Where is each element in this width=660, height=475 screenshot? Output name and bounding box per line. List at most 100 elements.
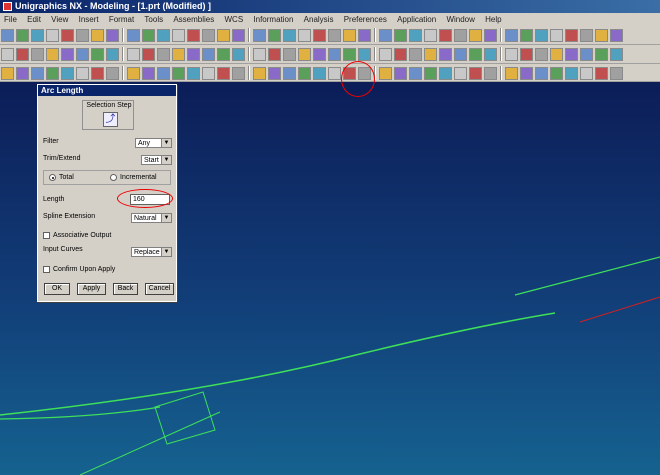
toolbar-tool-icon[interactable] [127,48,140,61]
toolbar-tool-icon[interactable] [550,29,563,42]
toolbar-tool-icon[interactable] [469,29,482,42]
toolbar-tool-icon[interactable] [298,67,311,80]
toolbar-tool-icon[interactable] [550,48,563,61]
toolbar-tool-icon[interactable] [202,67,215,80]
toolbar-tool-icon[interactable] [328,29,341,42]
menu-help[interactable]: Help [485,15,501,24]
toolbar-tool-icon[interactable] [439,48,452,61]
toolbar-tool-icon[interactable] [46,48,59,61]
toolbar-tool-icon[interactable] [454,29,467,42]
confirm-upon-apply-checkbox[interactable] [43,266,50,273]
toolbar-tool-icon[interactable] [469,48,482,61]
toolbar-tool-icon[interactable] [550,67,563,80]
toolbar-tool-icon[interactable] [1,29,14,42]
toolbar-tool-icon[interactable] [217,48,230,61]
arc-curve-upper[interactable] [514,256,660,296]
toolbar-tool-icon[interactable] [379,29,392,42]
toolbar-tool-icon[interactable] [520,67,533,80]
input-curves-select[interactable]: Replace ▼ [131,247,172,257]
back-button[interactable]: Back [113,283,138,295]
toolbar-tool-icon[interactable] [580,48,593,61]
toolbar-tool-icon[interactable] [409,29,422,42]
toolbar-tool-icon[interactable] [580,29,593,42]
menu-edit[interactable]: Edit [27,15,41,24]
toolbar-tool-icon[interactable] [484,48,497,61]
toolbar-tool-icon[interactable] [409,48,422,61]
toolbar-tool-icon[interactable] [91,48,104,61]
spline-extension-select[interactable]: Natural ▼ [131,213,172,223]
toolbar-tool-icon[interactable] [187,29,200,42]
toolbar-tool-icon[interactable] [46,67,59,80]
menu-format[interactable]: Format [109,15,134,24]
toolbar-tool-icon[interactable] [610,29,623,42]
radio-total[interactable] [49,174,56,181]
toolbar-tool-icon[interactable] [232,48,245,61]
toolbar-tool-icon[interactable] [394,48,407,61]
menu-information[interactable]: Information [253,15,293,24]
toolbar-tool-icon[interactable] [424,67,437,80]
toolbar-tool-icon[interactable] [283,29,296,42]
toolbar-tool-icon[interactable] [127,67,140,80]
toolbar-tool-icon[interactable] [610,48,623,61]
toolbar-tool-icon[interactable] [409,67,422,80]
toolbar-tool-icon[interactable] [394,67,407,80]
toolbar-tool-icon[interactable] [328,67,341,80]
toolbar-tool-icon[interactable] [535,48,548,61]
toolbar-tool-icon[interactable] [298,29,311,42]
associative-output-checkbox[interactable] [43,232,50,239]
toolbar-tool-icon[interactable] [469,67,482,80]
toolbar-tool-icon[interactable] [343,48,356,61]
toolbar-tool-icon[interactable] [565,29,578,42]
toolbar-tool-icon[interactable] [454,67,467,80]
toolbar-tool-icon[interactable] [61,29,74,42]
menu-insert[interactable]: Insert [79,15,99,24]
toolbar-tool-icon[interactable] [187,48,200,61]
toolbar-tool-icon[interactable] [16,29,29,42]
toolbar-tool-icon[interactable] [232,67,245,80]
toolbar-tool-icon[interactable] [268,67,281,80]
toolbar-tool-icon[interactable] [580,67,593,80]
toolbar-tool-icon[interactable] [394,29,407,42]
toolbar-tool-icon[interactable] [439,29,452,42]
toolbar-tool-icon[interactable] [424,29,437,42]
toolbar-tool-icon[interactable] [91,67,104,80]
toolbar-tool-icon[interactable] [61,48,74,61]
toolbar-tool-icon[interactable] [268,48,281,61]
toolbar-tool-icon[interactable] [253,48,266,61]
toolbar-tool-icon[interactable] [142,48,155,61]
toolbar-tool-icon[interactable] [313,29,326,42]
toolbar-tool-icon[interactable] [202,48,215,61]
toolbar-tool-icon[interactable] [76,67,89,80]
toolbar-tool-icon[interactable] [520,48,533,61]
toolbar-tool-icon[interactable] [283,67,296,80]
toolbar-tool-icon[interactable] [424,48,437,61]
toolbar-tool-icon[interactable] [298,48,311,61]
toolbar-tool-icon[interactable] [253,67,266,80]
toolbar-tool-icon[interactable] [157,29,170,42]
toolbar-tool-icon[interactable] [379,67,392,80]
toolbar-tool-icon[interactable] [343,29,356,42]
menu-view[interactable]: View [51,15,68,24]
toolbar-tool-icon[interactable] [484,29,497,42]
toolbar-tool-icon[interactable] [172,48,185,61]
toolbar-tool-icon[interactable] [16,48,29,61]
toolbar-tool-icon[interactable] [217,29,230,42]
toolbar-tool-icon[interactable] [46,29,59,42]
radio-incremental[interactable] [110,174,117,181]
toolbar-tool-icon[interactable] [142,29,155,42]
toolbar-tool-icon[interactable] [76,48,89,61]
toolbar-tool-icon[interactable] [31,48,44,61]
menu-analysis[interactable]: Analysis [304,15,334,24]
toolbar-tool-icon[interactable] [610,67,623,80]
toolbar-tool-icon[interactable] [283,48,296,61]
arc-curve-lower[interactable] [0,312,556,416]
menu-assemblies[interactable]: Assemblies [173,15,214,24]
toolbar-tool-icon[interactable] [505,48,518,61]
toolbar-tool-icon[interactable] [16,67,29,80]
toolbar-tool-icon[interactable] [565,48,578,61]
toolbar-tool-icon[interactable] [91,29,104,42]
cancel-button[interactable]: Cancel [145,283,174,295]
toolbar-tool-icon[interactable] [268,29,281,42]
toolbar-tool-icon[interactable] [313,67,326,80]
toolbar-tool-icon[interactable] [106,29,119,42]
